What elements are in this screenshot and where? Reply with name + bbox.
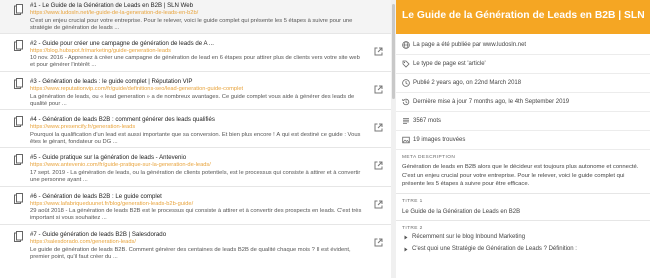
result-item[interactable]: #5 - Guide pratique sur la génération de… [0,148,391,187]
meta-text: 19 images trouvées [413,137,466,143]
result-description: C'est un enjeu crucial pour votre entrep… [30,17,353,31]
meta-text: Le type de page est 'article' [413,61,486,67]
meta-text: Dernière mise à jour 7 months ago, le 4t… [413,99,570,105]
result-title[interactable]: #5 - Guide pratique sur la génération de… [30,154,365,162]
meta-row-type: Le type de page est 'article' [396,55,650,74]
caret-right-icon [404,235,408,240]
result-url[interactable]: https://salesdorado.com/generation-leads… [30,239,365,247]
meta-text: 3567 mots [413,118,442,124]
document-copy-icon [14,192,23,204]
result-title[interactable]: #6 - Génération de leads B2B : Le guide … [30,193,365,201]
meta-row-updated: Dernière mise à jour 7 months ago, le 4t… [396,93,650,112]
meta-description-label: META DESCRIPTION [402,155,456,160]
result-item[interactable]: #6 - Génération de leads B2B : Le guide … [0,187,391,225]
meta-row-images: 19 images trouvées [396,131,650,150]
result-item[interactable]: #2 - Guide pour créer une campagne de gé… [0,34,391,72]
result-item[interactable]: #3 - Génération de leads : le guide comp… [0,72,391,110]
result-description: Pourquoi la qualification d'un lead est … [30,131,361,145]
result-title[interactable]: #7 - Guide génération de leads B2B | Sal… [30,231,365,239]
clock-icon [402,79,410,87]
caret-right-icon [404,247,408,252]
meta-row-publisher: La page a été publiée par www.ludosln.ne… [396,36,650,55]
external-link-icon[interactable] [374,200,383,209]
page-details-panel: Le Guide de la Génération de Leads en B2… [396,0,650,278]
external-link-icon[interactable] [374,238,383,247]
panel-header: Le Guide de la Génération de Leads en B2… [396,0,650,34]
meta-row-published: Publié 2 years ago, on 22nd March 2018 [396,74,650,93]
globe-icon [402,41,410,49]
history-icon [402,98,410,106]
result-title[interactable]: #4 - Génération de leads B2B : comment g… [30,116,365,124]
document-copy-icon [14,154,23,165]
meta-description-text: Génération de leads en B2B alors que le … [402,164,639,188]
panel-title: Le Guide de la Génération de Leads en B2… [402,10,644,21]
document-copy-icon [14,4,23,15]
result-description: La génération de leads, ou « lead genera… [30,93,355,107]
text-lines-icon [403,118,409,124]
meta-text: La page a été publiée par www.ludosln.ne… [413,42,527,48]
document-copy-icon [14,39,23,51]
external-link-icon[interactable] [374,123,383,132]
meta-list: La page a été publiée par www.ludosln.ne… [396,34,650,150]
result-title[interactable]: #3 - Génération de leads : le guide comp… [30,78,365,86]
search-results-list: #1 - Le Guide de la Génération de Leads … [0,0,391,278]
result-url[interactable]: https://blog.hubspot.fr/marketing/guide-… [30,48,365,56]
meta-row-words: 3567 mots [396,112,650,131]
external-link-icon[interactable] [374,161,383,170]
result-item[interactable]: #7 - Guide génération de leads B2B | Sal… [0,225,391,265]
result-url[interactable]: https://www.presencify.fr/generation-lea… [30,124,365,132]
title1-label: TITRE 1 [402,198,423,204]
document-copy-icon [14,78,23,89]
result-title[interactable]: #1 - Le Guide de la Génération de Leads … [30,2,365,10]
title2-item[interactable]: Récemment sur le blog Inbound Marketing [396,231,650,243]
result-description: 29 août 2018 - La génération de leads B2… [30,208,362,222]
title2-item[interactable]: C'est quoi une Stratégie de Génération d… [396,243,650,255]
title2-item-text: C'est quoi une Stratégie de Génération d… [412,245,577,252]
document-copy-icon [14,231,23,242]
title2-item-text: Récemment sur le blog Inbound Marketing [412,233,526,240]
result-description: 10 nov. 2016 - Apprenez à créer une camp… [30,55,360,69]
result-url[interactable]: https://www.lafabriqueduunet.fr/blog/gen… [30,201,365,209]
result-item[interactable]: #4 - Génération de leads B2B : comment g… [0,110,391,148]
result-description: Le guide de génération de leads B2B. Com… [30,246,351,260]
result-title[interactable]: #2 - Guide pour créer une campagne de gé… [30,40,365,48]
image-icon [402,136,410,144]
result-url[interactable]: https://www.antevenio.com/fr/guide-prati… [30,162,365,170]
external-link-icon[interactable] [374,85,383,94]
result-url[interactable]: https://www.ludosln.net/le-guide-de-la-g… [30,10,365,18]
document-copy-icon [14,116,23,127]
result-description: 17 sept. 2019 - La génération de leads, … [30,169,361,183]
result-item[interactable]: #1 - Le Guide de la Génération de Leads … [0,0,391,34]
title2-label: TITRE 2 [402,225,423,231]
title1-text: Le Guide de la Génération de Leads en B2… [402,208,521,215]
tag-icon [402,60,410,68]
result-url[interactable]: https://www.reputationvip.com/fr/guide/d… [30,86,365,94]
external-link-icon[interactable] [374,47,383,56]
scrollbar-thumb[interactable] [392,4,395,99]
meta-text: Publié 2 years ago, on 22nd March 2018 [413,80,522,86]
